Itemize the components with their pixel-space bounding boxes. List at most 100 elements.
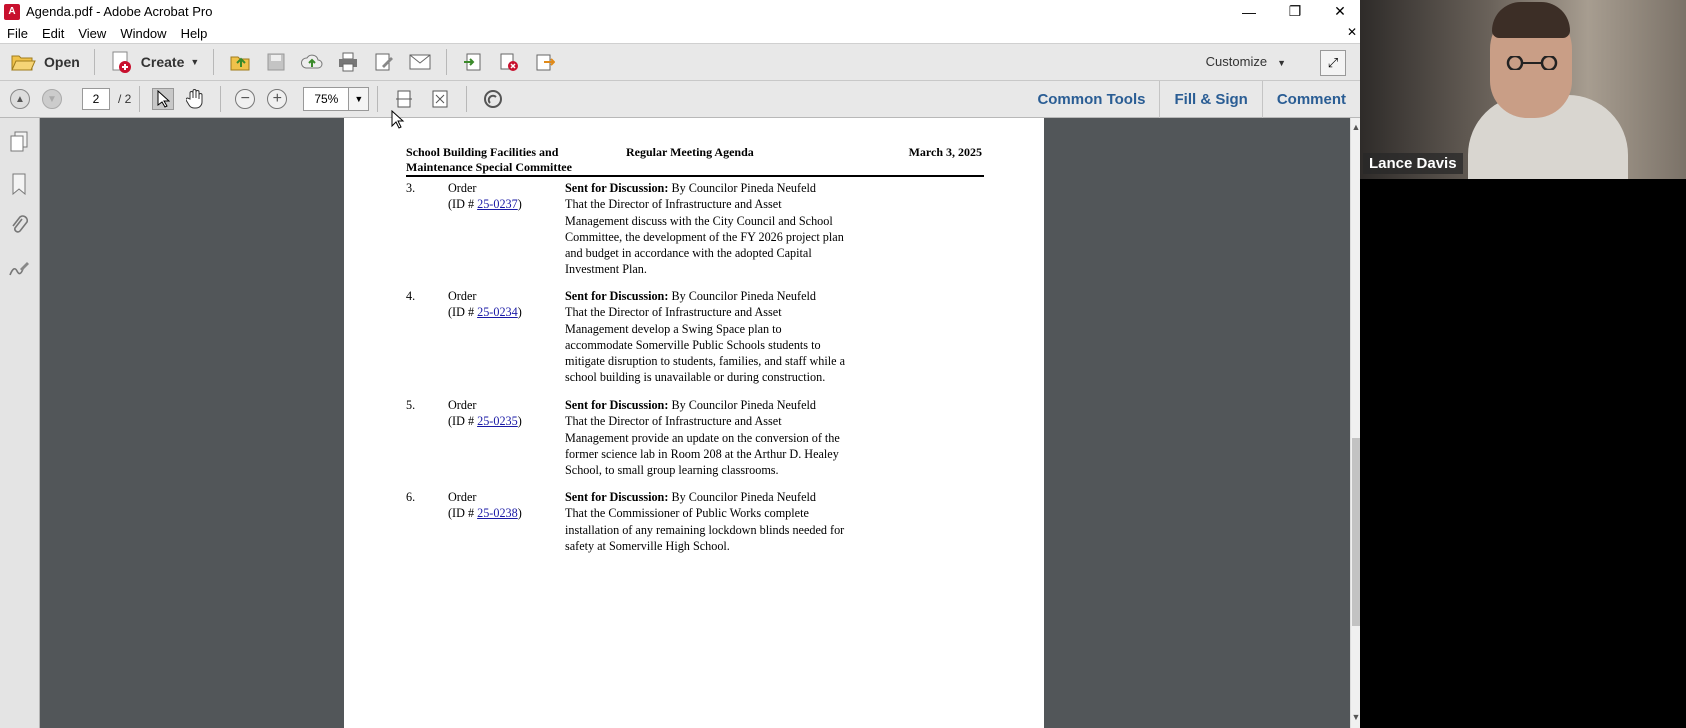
fit-width-icon[interactable] <box>429 88 451 110</box>
acrobat-window: A Agenda.pdf - Adobe Acrobat Pro — ❐ ✕ F… <box>0 0 1360 728</box>
agenda-item: 6. Order (ID # 25-0238) Sent for Discuss… <box>406 489 926 557</box>
item-description: Sent for Discussion: By Councilor Pineda… <box>565 181 844 277</box>
item-description: Sent for Discussion: By Councilor Pineda… <box>565 398 840 478</box>
acrobat-app-icon: A <box>4 3 20 20</box>
menu-edit[interactable]: Edit <box>35 26 71 41</box>
fit-page-scroll-icon[interactable] <box>393 88 415 110</box>
mouse-cursor-icon <box>391 110 405 129</box>
pdf-page: School Building Facilities and Maintenan… <box>344 118 1044 728</box>
chevron-down-icon: ▼ <box>1277 58 1286 68</box>
glasses-icon <box>1506 56 1558 70</box>
scroll-thumb[interactable] <box>1352 438 1360 626</box>
navigation-pane <box>0 118 40 728</box>
toolbar-divider <box>446 49 448 75</box>
item-id-link[interactable]: 25-0235 <box>477 414 518 428</box>
create-button[interactable]: Create ▼ <box>103 47 206 77</box>
page-number-input[interactable]: 2 <box>82 88 110 110</box>
cloud-upload-icon[interactable] <box>301 51 323 73</box>
task-pane-links: Common Tools Fill & Sign Comment <box>1023 81 1360 118</box>
close-document-icon[interactable]: ✕ <box>1347 25 1357 39</box>
navigation-toolbar: ▲ ▼ 2 / 2 − + 75% ▼ Common Tools Fill & … <box>0 81 1360 118</box>
item-number: 3. <box>406 181 416 195</box>
chevron-down-icon: ▼ <box>190 57 200 67</box>
toolbar-divider <box>213 49 215 75</box>
item-id-link[interactable]: 25-0234 <box>477 305 518 319</box>
item-number: 4. <box>406 289 416 303</box>
toolbar-divider <box>220 86 222 112</box>
item-number: 5. <box>406 398 416 412</box>
create-pdf-icon <box>112 51 131 73</box>
open-button[interactable]: Open <box>4 47 86 77</box>
scroll-down-icon[interactable]: ▼ <box>1351 710 1361 724</box>
zoom-level-input[interactable]: 75% <box>303 87 350 111</box>
vertical-scrollbar[interactable]: ▲ ▼ <box>1350 118 1360 728</box>
hand-tool-icon[interactable] <box>184 88 206 110</box>
zoom-out-icon[interactable]: − <box>235 89 256 109</box>
menu-bar: File Edit View Window Help ✕ <box>0 23 1360 43</box>
toolbar-divider <box>139 86 141 112</box>
restore-icon[interactable]: ❐ <box>1272 0 1318 23</box>
menu-file[interactable]: File <box>0 26 35 41</box>
main-toolbar: Open Create ▼ Customize ▼ ⤢ <box>0 43 1360 81</box>
agenda-title: Regular Meeting Agenda <box>626 145 754 159</box>
extract-pages-icon[interactable] <box>534 51 556 73</box>
item-description: Sent for Discussion: By Councilor Pineda… <box>565 289 846 385</box>
signatures-icon[interactable] <box>7 256 31 280</box>
select-tool-icon[interactable] <box>152 88 175 110</box>
participant-hair <box>1492 2 1570 38</box>
delete-pages-icon[interactable] <box>498 51 520 73</box>
toolbar-divider <box>466 86 468 112</box>
participant-name: Lance Davis <box>1363 153 1463 174</box>
menu-view[interactable]: View <box>71 26 113 41</box>
open-folder-icon[interactable] <box>229 51 251 73</box>
bookmarks-icon[interactable] <box>7 172 31 196</box>
item-id-link[interactable]: 25-0237 <box>477 197 518 211</box>
committee-name: School Building Facilities and Maintenan… <box>406 145 572 174</box>
item-id: (ID # 25-0235) <box>448 414 522 428</box>
attachments-icon[interactable] <box>7 214 31 238</box>
participant-video-tile[interactable]: Lance Davis <box>1360 0 1686 179</box>
toolbar-divider <box>93 49 95 75</box>
edit-document-icon[interactable] <box>373 51 395 73</box>
item-id-link[interactable]: 25-0238 <box>477 506 518 520</box>
agenda-item: 5. Order (ID # 25-0235) Sent for Discuss… <box>406 397 926 481</box>
agenda-item: 3. Order (ID # 25-0237) Sent for Discuss… <box>406 180 926 280</box>
item-id: (ID # 25-0237) <box>448 197 522 211</box>
full-screen-icon[interactable]: ⤢ <box>1320 50 1346 76</box>
item-id: (ID # 25-0234) <box>448 305 522 319</box>
print-icon[interactable] <box>337 51 359 73</box>
item-id: (ID # 25-0238) <box>448 506 522 520</box>
item-number: 6. <box>406 490 416 504</box>
window-title: Agenda.pdf - Adobe Acrobat Pro <box>26 4 213 19</box>
comment-link[interactable]: Comment <box>1261 81 1360 118</box>
email-icon[interactable] <box>409 51 431 73</box>
item-type: Order <box>448 398 477 412</box>
zoom-dropdown-icon[interactable]: ▼ <box>349 87 370 111</box>
next-page-icon[interactable]: ▼ <box>42 89 62 109</box>
header-rule <box>406 175 984 177</box>
fill-sign-link[interactable]: Fill & Sign <box>1159 81 1261 118</box>
item-type: Order <box>448 490 477 504</box>
title-bar: A Agenda.pdf - Adobe Acrobat Pro — ❐ ✕ <box>0 0 1360 23</box>
insert-pages-icon[interactable] <box>462 51 484 73</box>
item-description: Sent for Discussion: By Councilor Pineda… <box>565 490 845 553</box>
page-thumbnails-icon[interactable] <box>7 130 31 154</box>
page-total: / 2 <box>118 92 132 106</box>
item-type: Order <box>448 181 477 195</box>
customize-menu[interactable]: Customize ▼ <box>1206 54 1286 69</box>
item-type: Order <box>448 289 477 303</box>
agenda-item: 4. Order (ID # 25-0234) Sent for Discuss… <box>406 288 926 388</box>
read-aloud-icon[interactable] <box>482 88 504 110</box>
close-icon[interactable]: ✕ <box>1317 0 1363 23</box>
menu-window[interactable]: Window <box>113 26 173 41</box>
previous-page-icon[interactable]: ▲ <box>10 89 30 109</box>
folder-open-icon <box>11 55 36 71</box>
common-tools-link[interactable]: Common Tools <box>1023 81 1159 118</box>
zoom-in-icon[interactable]: + <box>267 89 288 109</box>
toolbar-divider <box>377 86 379 112</box>
meeting-date: March 3, 2025 <box>908 145 982 159</box>
minimize-icon[interactable]: — <box>1226 0 1272 23</box>
document-viewer[interactable]: School Building Facilities and Maintenan… <box>40 118 1350 728</box>
save-icon[interactable] <box>265 51 287 73</box>
menu-help[interactable]: Help <box>174 26 215 41</box>
